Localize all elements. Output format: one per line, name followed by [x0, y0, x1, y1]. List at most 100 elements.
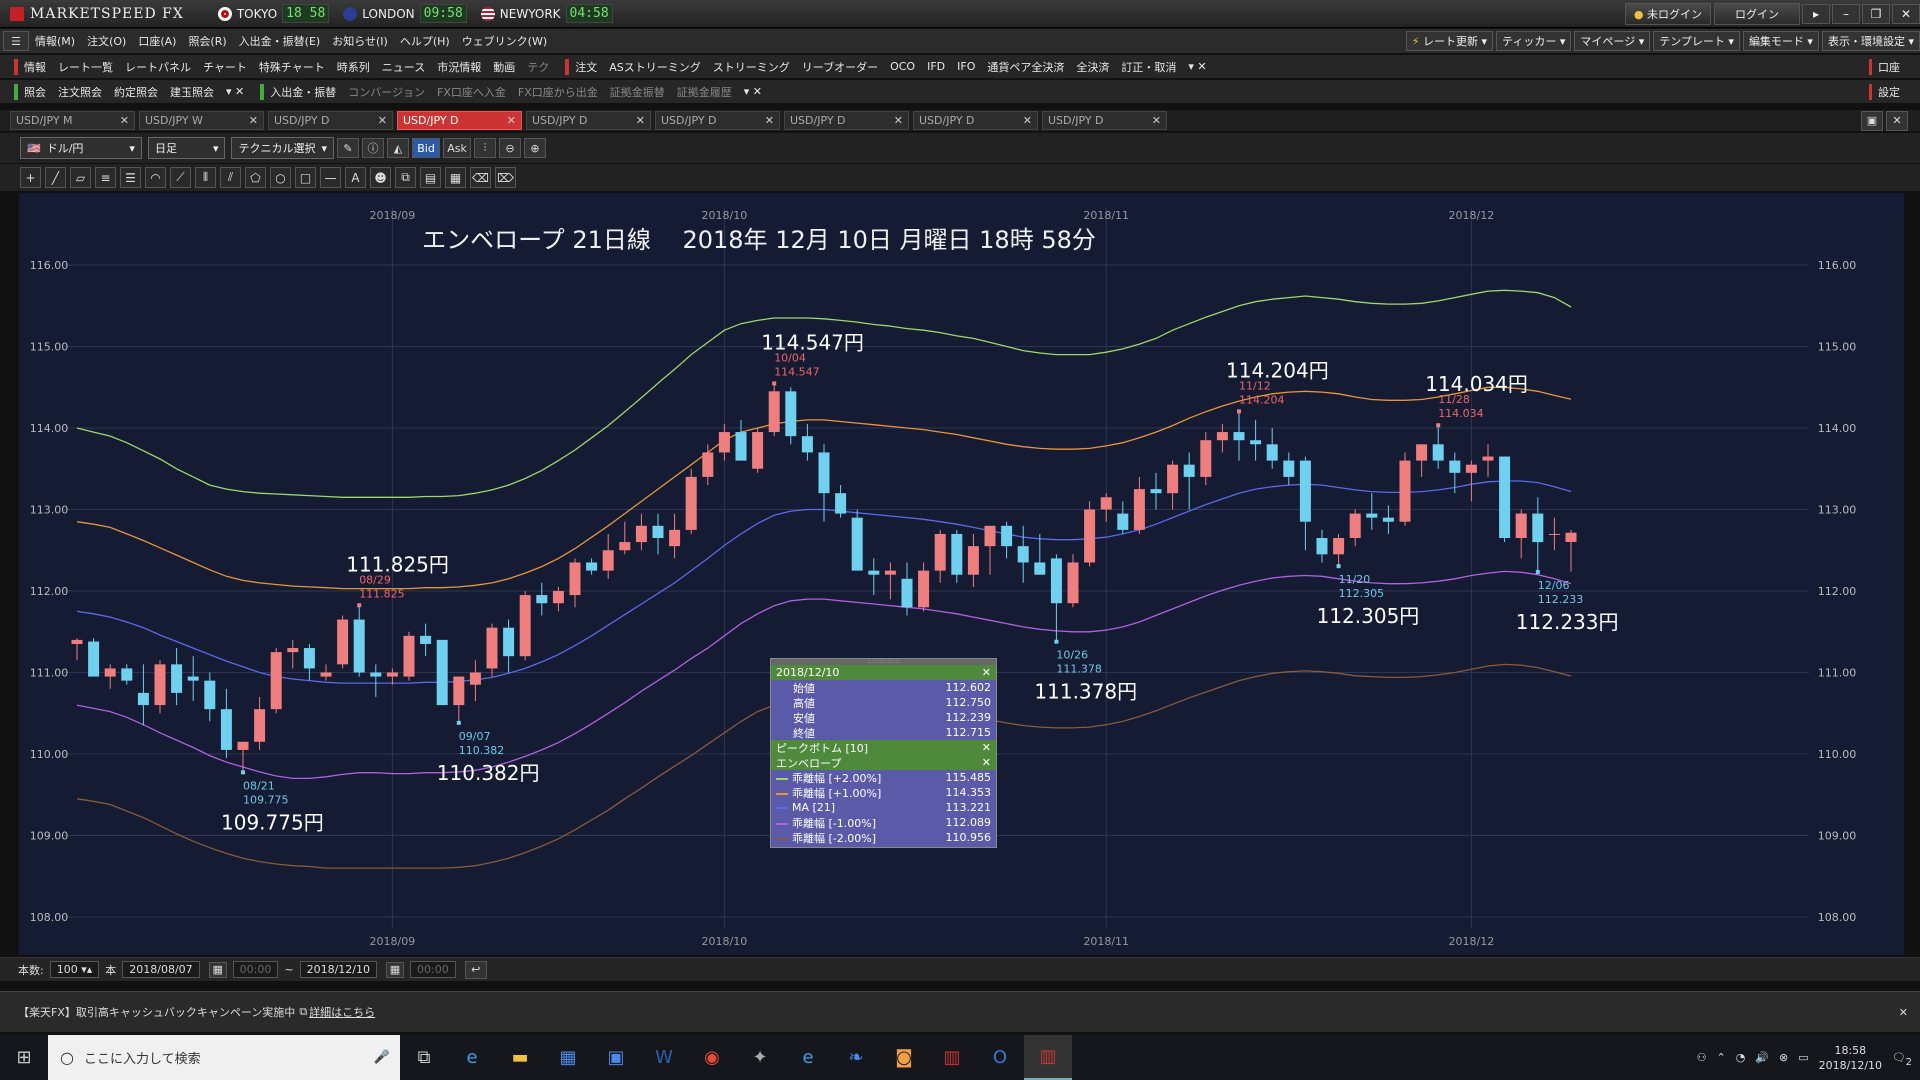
zoom-in-icon[interactable]: ⊕ [524, 138, 547, 158]
technical-select[interactable]: テクニカル選択 ▾ [231, 137, 335, 159]
arc-icon[interactable]: ◠ [145, 167, 166, 188]
layers-icon[interactable]: ▦ [445, 167, 466, 188]
close-icon[interactable]: ✕ [249, 114, 258, 127]
currency-pair-select[interactable]: 🇺🇸 ドル/円 ▾ [20, 137, 142, 159]
close-icon[interactable]: ✕ [120, 114, 129, 127]
tab-usdjpy-d[interactable]: USD/JPY D ✕ [526, 111, 651, 130]
tb-fx-withdraw[interactable]: FX口座から出金 [512, 84, 604, 100]
login-button[interactable]: ログイン [1714, 2, 1800, 25]
chevron-up-icon[interactable]: ⌃ [1716, 1051, 1725, 1064]
marketspeedfx-icon[interactable]: ▥ [1024, 1035, 1072, 1080]
tab-usdjpy-d[interactable]: USD/JPY D ✕ [655, 111, 780, 130]
task-view-icon[interactable]: ⧉ [400, 1035, 448, 1080]
menu-help[interactable]: ヘルプ(H) [394, 33, 456, 49]
bird-app-icon[interactable]: ✦ [736, 1035, 784, 1080]
tb-inquiry[interactable]: 照会 [18, 84, 52, 100]
taskbar-search[interactable]: ○ ここに入力して検索 🎤 [48, 1035, 400, 1080]
tb-chart[interactable]: チャート [197, 59, 253, 75]
app-menu-icon[interactable]: ☰ [3, 31, 29, 51]
vlines-icon[interactable]: ⦀ [195, 167, 216, 188]
multiline-icon[interactable]: ☰ [120, 167, 141, 188]
menu-info[interactable]: 情報(M) [29, 33, 81, 49]
to-time-input[interactable]: 00:00 [410, 961, 456, 978]
close-icon[interactable]: ✕ [1886, 110, 1908, 131]
ie-icon[interactable]: e [448, 1035, 496, 1080]
icon-stamp-icon[interactable]: ☻ [370, 167, 391, 188]
close-icon[interactable]: ✕ [982, 741, 991, 754]
paste-icon[interactable]: ▤ [420, 167, 441, 188]
bid-toggle[interactable]: Bid [412, 138, 441, 158]
period-select[interactable]: 日足 ▾ [147, 137, 226, 159]
zoom-out-icon[interactable]: ⊖ [499, 138, 522, 158]
window-app-icon[interactable]: ▣ [592, 1035, 640, 1080]
maximize-icon[interactable]: ▣ [1861, 110, 1883, 131]
news-link[interactable]: 詳細はこちら [309, 1004, 375, 1020]
windows-start-icon[interactable]: ⊞ [0, 1035, 48, 1080]
network-icon[interactable]: ◔ [1736, 1051, 1746, 1064]
people-icon[interactable]: ⚇ [1697, 1051, 1707, 1064]
close-icon[interactable]: ✕ [1899, 1006, 1908, 1019]
pen-icon[interactable]: ✎ [337, 138, 360, 158]
tb1-dropdown-icon[interactable]: ▾ ✕ [1182, 60, 1212, 73]
chart-type-icon[interactable]: ⫶ [474, 138, 497, 158]
menu-inquiry[interactable]: 照会(R) [182, 33, 232, 49]
edge-icon[interactable]: e [784, 1035, 832, 1080]
notification-icon[interactable]: 🗨 2 [1892, 1051, 1912, 1068]
tb-conversion[interactable]: コンバージョン [342, 84, 431, 100]
close-icon[interactable]: ✕ [1152, 114, 1161, 127]
fan-icon[interactable]: ⟋ [170, 167, 191, 188]
rakuten-app-icon[interactable]: ◙ [880, 1035, 928, 1080]
marketspeed-icon[interactable]: ▥ [928, 1035, 976, 1080]
tb-timeseries[interactable]: 時系列 [331, 59, 376, 75]
channel-icon[interactable]: ⫽ [220, 167, 241, 188]
volume-icon[interactable]: 🔊 [1755, 1051, 1769, 1064]
tb-settings[interactable]: 設定 [1872, 84, 1906, 100]
tb-special-chart[interactable]: 特殊チャート [253, 59, 331, 75]
pentagon-icon[interactable]: ⬠ [245, 167, 266, 188]
area-chart-icon[interactable]: ◭ [387, 138, 410, 158]
close-icon[interactable]: ✕ [1023, 114, 1032, 127]
rectangle-icon[interactable]: □ [295, 167, 316, 188]
tb-video[interactable]: 動画 [487, 59, 521, 75]
tb-news[interactable]: ニュース [376, 59, 431, 75]
tb-ifo[interactable]: IFO [951, 60, 981, 73]
ruler-icon[interactable]: ▱ [70, 167, 91, 188]
tab-usdjpy-w[interactable]: USD/JPY W ✕ [139, 111, 264, 130]
count-select[interactable]: 100 ▾▴ [49, 961, 100, 978]
rate-update-button[interactable]: ⚡ レート更新 ▾ [1405, 31, 1494, 51]
tb-margin-history[interactable]: 証拠金履歴 [671, 84, 738, 100]
menu-account[interactable]: 口座(A) [132, 33, 182, 49]
menu-deposit[interactable]: 入出金・振替(E) [233, 33, 327, 49]
restore-icon[interactable]: ❐ [1862, 3, 1890, 24]
chrome-icon[interactable]: ◉ [688, 1035, 736, 1080]
close-icon[interactable]: ✕ [765, 114, 774, 127]
tb-info[interactable]: 情報 [18, 59, 52, 75]
tb-as-streaming[interactable]: ASストリーミング [603, 59, 707, 75]
reload-icon[interactable]: ↩ [464, 960, 487, 979]
tb-market[interactable]: 市況情報 [431, 59, 487, 75]
tb-rate-panel[interactable]: レートパネル [119, 59, 197, 75]
close-icon[interactable]: ✕ [982, 756, 991, 769]
tb-margin-transfer[interactable]: 証拠金振替 [604, 84, 671, 100]
ask-toggle[interactable]: Ask [443, 138, 472, 158]
tab-usdjpy-d[interactable]: USD/JPY D ✕ [913, 111, 1038, 130]
circle-icon[interactable]: ○ [270, 167, 291, 188]
tb-streaming[interactable]: ストリーミング [707, 59, 796, 75]
template-button[interactable]: テンプレート ▾ [1653, 31, 1740, 51]
line-icon[interactable]: — [320, 167, 341, 188]
close-icon[interactable]: ✕ [894, 114, 903, 127]
tab-usdjpy-d-active[interactable]: USD/JPY D ✕ [397, 111, 522, 130]
tb-all-settle[interactable]: 全決済 [1070, 59, 1115, 75]
tab-usdjpy-m[interactable]: USD/JPY M ✕ [10, 111, 135, 130]
arrow-icon[interactable]: ▸ [1802, 3, 1830, 24]
tab-usdjpy-d[interactable]: USD/JPY D ✕ [268, 111, 393, 130]
mic-icon[interactable]: 🎤 [374, 1050, 390, 1065]
menu-order[interactable]: 注文(O) [81, 33, 132, 49]
close-icon[interactable]: ✕ [378, 114, 387, 127]
from-date-input[interactable]: 2018/08/07 [122, 961, 200, 978]
word-icon[interactable]: W [640, 1035, 688, 1080]
price-chart[interactable]: 116.00 116.00 115.00 115.00 114.00 114.00 113.… [19, 193, 1904, 955]
calendar-icon[interactable]: ▦ [208, 961, 227, 978]
eraser-icon[interactable]: ⌫ [470, 167, 491, 188]
tb-modify-cancel[interactable]: 訂正・取消 [1115, 59, 1182, 75]
